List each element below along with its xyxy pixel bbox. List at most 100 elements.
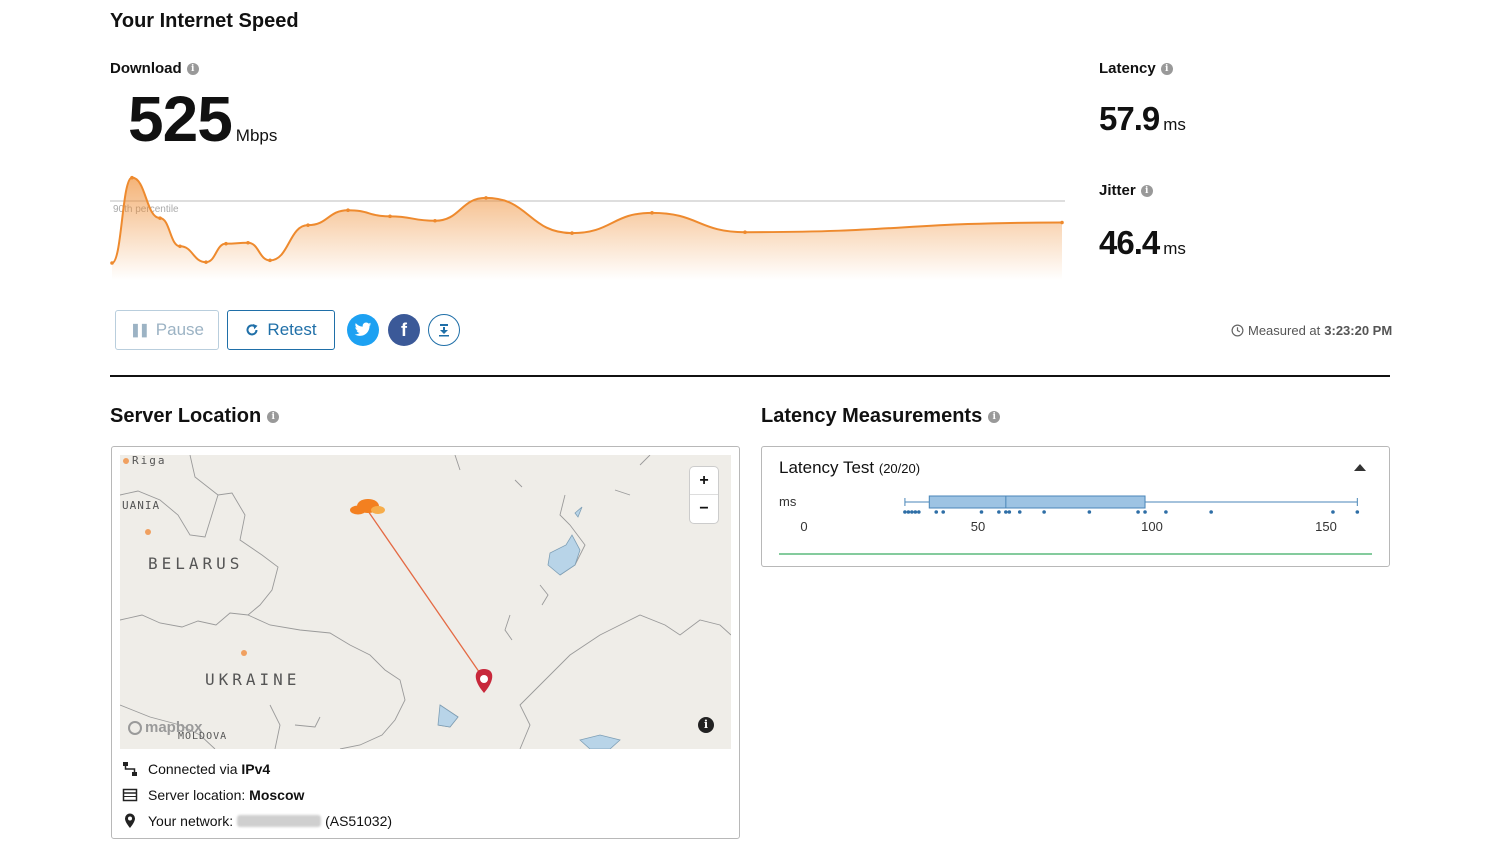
network-row: Your network: (AS51032): [122, 813, 392, 829]
connection-icon: [123, 762, 137, 776]
download-sample-point: [110, 261, 114, 265]
facebook-share-button[interactable]: f: [388, 314, 420, 346]
location-pin-icon: [125, 813, 135, 828]
server-location-pin-icon[interactable]: [475, 669, 493, 693]
download-unit: Mbps: [235, 126, 278, 145]
latency-test-card: Latency Test (20/20) ms 0 50 100 150: [761, 446, 1390, 567]
connection-type-row: Connected via IPv4: [122, 761, 270, 777]
measured-at: Measured at 3:23:20 PM: [1231, 323, 1392, 338]
download-area: [112, 177, 1062, 280]
latency-point: [1209, 510, 1213, 514]
info-icon[interactable]: i: [186, 62, 199, 75]
facebook-icon: f: [401, 319, 407, 340]
latency-tick-label: 150: [1315, 519, 1337, 534]
pause-button[interactable]: ❚❚ Pause: [115, 310, 219, 350]
jitter-readout: 46.4 ms: [1099, 224, 1186, 262]
download-sample-point: [650, 211, 654, 215]
latency-point: [997, 510, 1001, 514]
latency-point: [1143, 510, 1147, 514]
twitter-icon: [354, 322, 372, 336]
download-sample-point: [158, 216, 162, 220]
latency-point: [910, 510, 914, 514]
download-sample-point: [246, 240, 250, 245]
map-label-lithuania: UANIA: [122, 499, 161, 512]
server-map[interactable]: Riga UANIA BELARUS UKRAINE MOLDOVA mapbo…: [120, 455, 731, 749]
download-sample-point: [204, 260, 208, 264]
latency-unit: ms: [1163, 115, 1186, 134]
page-title: Your Internet Speed: [110, 10, 299, 32]
latency-point: [934, 510, 939, 514]
latency-point: [913, 510, 918, 514]
download-sample-point: [1060, 220, 1064, 225]
mapbox-logo[interactable]: mapbox: [128, 719, 203, 736]
download-sample-point: [268, 258, 272, 263]
latency-boxplot: 0 50 100 150: [779, 495, 1372, 555]
download-sample-point: [433, 218, 437, 223]
download-chart: 90th percentile: [110, 175, 1065, 280]
latency-readout: 57.9 ms: [1099, 100, 1186, 138]
server-location-row: Server location: Moscow: [122, 787, 304, 803]
latency-tick-label: 0: [800, 519, 807, 534]
download-sample-point: [224, 241, 228, 246]
latency-point: [1136, 510, 1140, 514]
zoom-in-button[interactable]: +: [690, 467, 718, 495]
download-sample-point: [743, 230, 747, 234]
info-icon[interactable]: i: [988, 410, 1001, 423]
map-label-belarus: BELARUS: [148, 554, 244, 573]
latency-point: [1087, 510, 1092, 514]
info-icon[interactable]: i: [267, 410, 280, 423]
download-label: Download: [110, 60, 182, 77]
latency-point: [917, 510, 921, 514]
latency-point: [903, 510, 907, 514]
download-sample-point: [130, 175, 134, 180]
latency-point: [1164, 510, 1168, 514]
server-location-heading: Server Location i: [110, 405, 280, 428]
map-label-ukraine: UKRAINE: [205, 670, 301, 689]
twitter-share-button[interactable]: [347, 314, 379, 346]
latency-point: [1007, 510, 1012, 514]
latency-point: [1017, 510, 1022, 514]
network-ip-redacted: [237, 815, 322, 827]
jitter-label: Jitter: [1099, 182, 1136, 199]
download-sample-point: [178, 244, 182, 249]
download-sample-point: [346, 208, 350, 212]
download-value: 525: [128, 83, 233, 155]
download-sample-point: [388, 214, 392, 219]
latency-point: [1042, 510, 1046, 514]
map-zoom-controls: + −: [690, 467, 718, 523]
download-speed: 525 Mbps: [128, 82, 277, 156]
latency-label-row: Latency i: [1099, 60, 1173, 77]
download-label-row: Download i: [110, 60, 199, 77]
latency-point: [1331, 510, 1335, 514]
latency-box: [928, 495, 1146, 509]
section-divider: [110, 375, 1390, 377]
latency-tick-label: 50: [971, 519, 985, 534]
clock-icon: [1231, 324, 1244, 337]
download-sample-point: [484, 196, 488, 200]
latency-point: [1004, 510, 1008, 514]
download-results-button[interactable]: [428, 314, 460, 346]
mapbox-icon: [128, 720, 142, 735]
latency-point: [941, 510, 945, 514]
latency-point: [906, 510, 911, 514]
latency-label: Latency: [1099, 60, 1156, 77]
map-attribution-info-icon[interactable]: i: [698, 717, 714, 733]
server-connection-line: [367, 510, 485, 680]
retest-icon: [246, 324, 258, 336]
download-icon: [439, 324, 449, 337]
latency-value: 57.9: [1099, 100, 1160, 137]
collapse-chevron-icon[interactable]: [1352, 461, 1368, 473]
map-label-riga: Riga: [132, 455, 167, 467]
zoom-out-button[interactable]: −: [690, 495, 718, 523]
download-sample-point: [306, 223, 310, 227]
latency-measurements-heading: Latency Measurements i: [761, 405, 1001, 428]
map-layer: [120, 455, 731, 749]
jitter-value: 46.4: [1099, 224, 1160, 261]
retest-button[interactable]: Retest: [227, 310, 335, 350]
latency-point: [979, 510, 984, 514]
cloudflare-cloud-icon: [350, 499, 385, 515]
pause-icon: ❚❚: [130, 322, 150, 337]
info-icon[interactable]: i: [1160, 62, 1173, 75]
info-icon[interactable]: i: [1140, 184, 1153, 197]
latency-point: [1355, 510, 1360, 514]
